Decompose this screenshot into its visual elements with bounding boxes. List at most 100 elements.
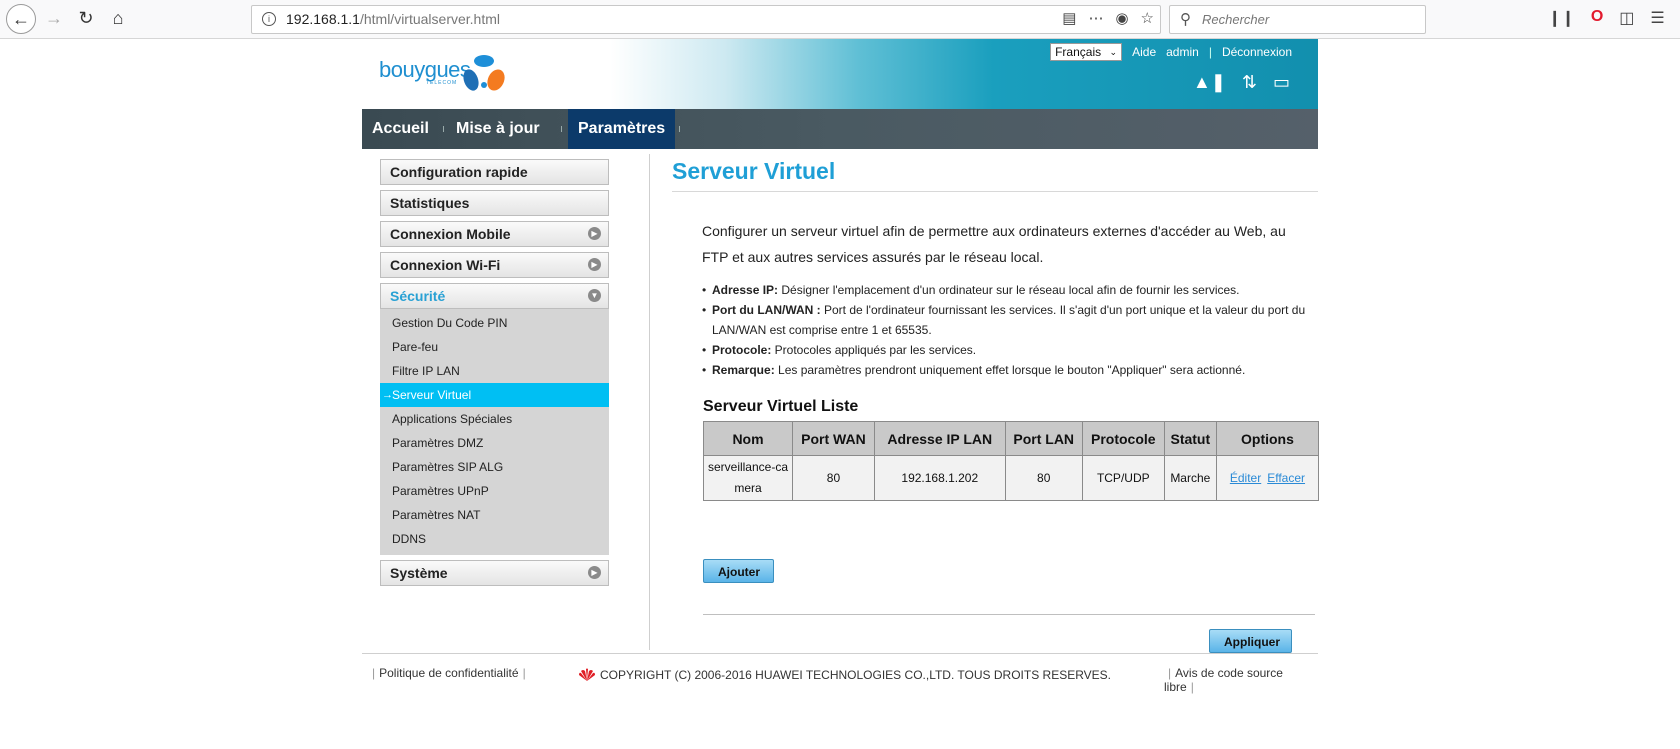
cell-nom: serveillance-camera [703, 455, 793, 501]
user-link[interactable]: admin [1166, 45, 1199, 59]
nav-parametres[interactable]: Paramètres [568, 109, 676, 149]
intro-text: Configurer un serveur virtuel afin de pe… [702, 223, 1286, 265]
page-title: Serveur Virtuel [672, 158, 1318, 192]
search-placeholder: Rechercher [1202, 12, 1270, 27]
apply-button[interactable]: Appliquer [1209, 629, 1292, 653]
cell-protocole: TCP/UDP [1081, 455, 1165, 501]
bullet-term: Port du LAN/WAN : [712, 303, 821, 317]
submenu-ddns[interactable]: DDNS [380, 527, 609, 551]
menu-icon[interactable]: ☰ [1650, 8, 1664, 28]
data-transfer-icon: ⇅ [1241, 72, 1257, 92]
list-title: Serveur Virtuel Liste [703, 398, 859, 415]
info-icon[interactable]: i [262, 12, 276, 26]
logout-link[interactable]: Déconnexion [1222, 45, 1292, 59]
nav-accueil[interactable]: Accueil [362, 109, 439, 149]
delete-link[interactable]: Effacer [1267, 471, 1305, 485]
language-select[interactable]: Français ⌄ [1050, 43, 1123, 61]
submenu-serveur-virtuel[interactable]: → Serveur Virtuel [380, 383, 609, 407]
column-header: Port LAN [1004, 421, 1083, 456]
sidebar-item-label: Statistiques [390, 195, 470, 211]
submenu-label: Serveur Virtuel [392, 388, 472, 402]
submenu-filtre-ip-lan[interactable]: Filtre IP LAN [380, 359, 609, 383]
nav-divider [561, 126, 562, 132]
sidebar-item-configuration-rapide[interactable]: Configuration rapide [380, 159, 609, 185]
bullet-remarque: Remarque: Les paramètres prendront uniqu… [702, 360, 1318, 380]
main-content: Serveur Virtuel Configurer un serveur vi… [672, 154, 1320, 653]
column-header: Adresse IP LAN [873, 421, 1006, 456]
table-row: serveillance-camera 80 192.168.1.202 80 … [703, 455, 1320, 501]
bullet-port: Port du LAN/WAN : Port de l'ordinateur f… [702, 300, 1318, 340]
submenu-applications-speciales[interactable]: Applications Spéciales [380, 407, 609, 431]
separator: | [1190, 680, 1194, 694]
bouygues-logo-icon [463, 55, 505, 91]
sidebar-item-connexion-mobile[interactable]: Connexion Mobile ▶ [380, 221, 609, 247]
bullet-protocole: Protocole: Protocoles appliqués par les … [702, 340, 1318, 360]
submenu-gestion-code-pin[interactable]: Gestion Du Code PIN [380, 311, 609, 335]
signal-icon: ▲❚ [1192, 72, 1226, 92]
page-footer: | Politique de confidentialité | COPYRIGHT… [362, 653, 1318, 694]
opera-icon[interactable]: O [1591, 8, 1603, 28]
chevron-right-icon: ▶ [588, 227, 601, 240]
nav-divider [679, 126, 680, 132]
sidebar-item-systeme[interactable]: Système ▶ [380, 560, 609, 586]
bullet-term: Protocole: [712, 343, 772, 357]
bullet-text: Les paramètres prendront uniquement effe… [774, 363, 1246, 377]
sidebar-item-label: Connexion Wi-Fi [390, 257, 501, 273]
privacy-link[interactable]: Politique de confidentialité [379, 666, 518, 680]
main-nav: Accueil Mise à jour Paramètres [362, 109, 1318, 149]
submenu-pare-feu[interactable]: Pare-feu [380, 335, 609, 359]
copyright-text: COPYRIGHT (C) 2006-2016 HUAWEI TECHNOLOG… [600, 668, 1112, 682]
url-host: 192.168.1.1 [286, 11, 360, 27]
pocket-icon[interactable]: ◉ [1115, 9, 1128, 27]
arrow-right-icon: → [382, 389, 393, 401]
column-header: Port WAN [792, 421, 875, 456]
bullet-text: Protocoles appliqués par les services. [771, 343, 977, 357]
reload-icon[interactable]: ↻ [72, 4, 100, 32]
cell-port-wan: 80 [792, 455, 875, 501]
sidebar-item-securite[interactable]: Sécurité ▼ [380, 283, 609, 309]
back-icon[interactable]: ← [6, 4, 36, 34]
sidebar-item-connexion-wifi[interactable]: Connexion Wi-Fi ▶ [380, 252, 609, 278]
help-link[interactable]: Aide [1132, 45, 1156, 59]
sidebar-item-label: Système [390, 565, 448, 581]
bullet-term: Adresse IP: [712, 283, 779, 297]
chevron-down-icon: ⌄ [1109, 46, 1118, 57]
separator: | [1208, 45, 1212, 59]
library-icon[interactable]: ❙❙ [1548, 8, 1575, 28]
page-header: bouygues TELECOM Français ⌄ Aide admin | … [362, 39, 1318, 109]
sidebar: Configuration rapide Statistiques Connex… [380, 159, 611, 591]
language-value: Français [1055, 45, 1102, 59]
submenu-parametres-upnp[interactable]: Paramètres UPnP [380, 479, 609, 503]
content-divider [649, 154, 650, 650]
add-button[interactable]: Ajouter [703, 559, 774, 583]
submenu-parametres-dmz[interactable]: Paramètres DMZ [380, 431, 609, 455]
separator: | [372, 666, 376, 680]
chevron-right-icon: ▶ [588, 566, 601, 579]
reader-view-icon[interactable]: ▤ [1062, 9, 1076, 27]
chevron-down-icon: ▼ [588, 289, 601, 302]
sidebar-item-label: Configuration rapide [390, 164, 528, 180]
url-text[interactable]: 192.168.1.1/html/virtualserver.html [286, 11, 500, 27]
help-bullets: Adresse IP: Désigner l'emplacement d'un … [702, 280, 1318, 380]
forward-icon[interactable]: → [40, 4, 68, 32]
home-icon[interactable]: ⌂ [104, 4, 132, 32]
huawei-logo-icon [579, 668, 595, 681]
submenu-parametres-sip-alg[interactable]: Paramètres SIP ALG [380, 455, 609, 479]
table-header-row: Nom Port WAN Adresse IP LAN Port LAN Pro… [703, 421, 1320, 456]
edit-link[interactable]: Éditer [1230, 471, 1261, 485]
nav-mise-a-jour[interactable]: Mise à jour [446, 109, 550, 149]
divider [703, 614, 1315, 615]
separator: | [1168, 666, 1172, 680]
opensource-link[interactable]: Avis de code source libre [1164, 666, 1283, 694]
sidebar-item-statistiques[interactable]: Statistiques [380, 190, 609, 216]
cell-options: Éditer Effacer [1215, 455, 1320, 501]
column-header: Options [1215, 421, 1320, 456]
submenu-parametres-nat[interactable]: Paramètres NAT [380, 503, 609, 527]
bullet-text: Désigner l'emplacement d'un ordinateur s… [778, 283, 1240, 297]
security-submenu: Gestion Du Code PIN Pare-feu Filtre IP L… [380, 309, 609, 555]
bookmark-star-icon[interactable]: ☆ [1141, 9, 1154, 27]
more-icon[interactable]: ⋯ [1088, 9, 1103, 27]
search-input[interactable]: ⚲ Rechercher [1169, 5, 1426, 34]
address-bar[interactable]: i 192.168.1.1/html/virtualserver.html ▤ … [251, 5, 1161, 34]
sidebar-icon[interactable]: ◫ [1619, 8, 1634, 28]
